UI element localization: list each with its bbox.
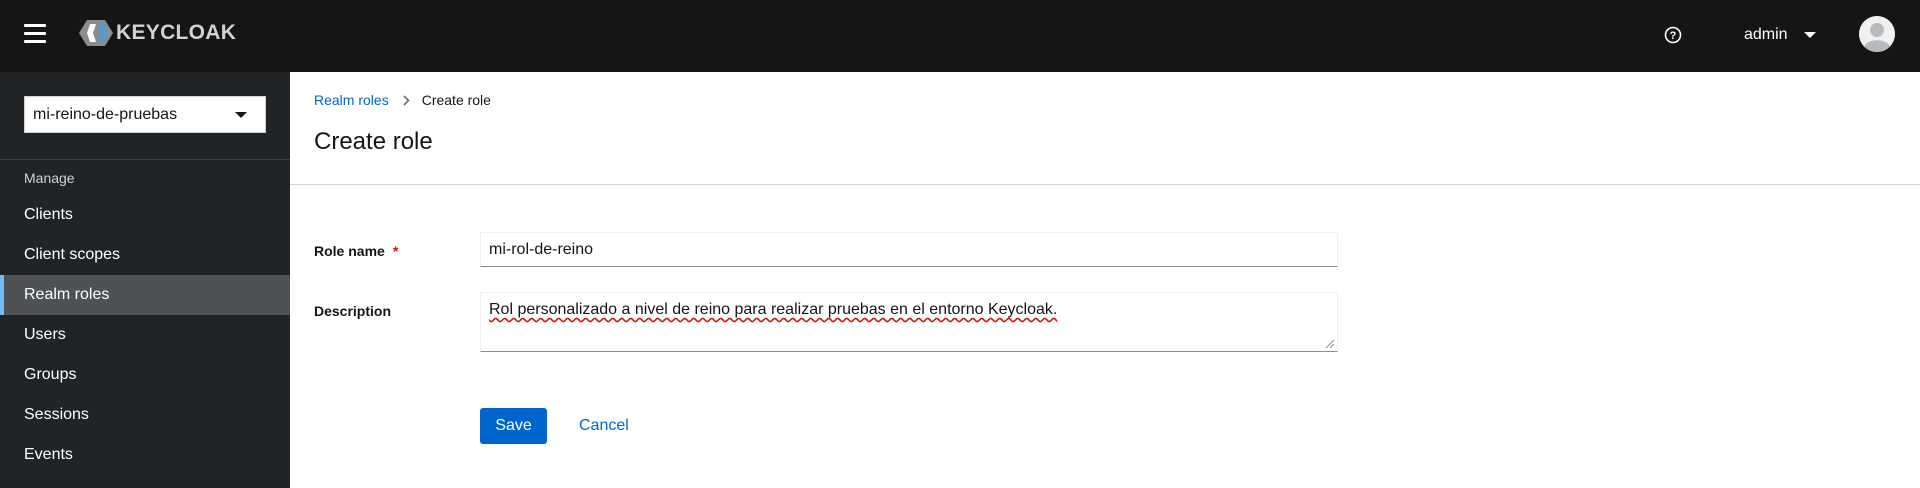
required-indicator: * (392, 243, 399, 259)
caret-down-icon (235, 111, 247, 118)
sidebar-item-sessions[interactable]: Sessions (0, 395, 290, 435)
keycloak-logo-icon (79, 20, 113, 46)
cancel-button[interactable]: Cancel (579, 408, 629, 444)
user-menu-toggle[interactable]: admin (1744, 22, 1816, 48)
description-label: Description (314, 303, 392, 319)
description-value: Rol personalizado a nivel de reino para … (489, 301, 1058, 318)
sidebar-item-groups[interactable]: Groups (0, 355, 290, 395)
sidebar-divider (0, 159, 290, 160)
masthead: KEYCLOAK ? admin (0, 0, 1920, 72)
role-name-input[interactable]: mi-rol-de-reino (480, 232, 1338, 267)
role-name-value: mi-rol-de-reino (489, 240, 594, 258)
main-content: Realm roles Create role Create role Role… (290, 72, 1920, 488)
sidebar-item-users[interactable]: Users (0, 315, 290, 355)
save-button[interactable]: Save (480, 408, 547, 444)
page-header: Realm roles Create role Create role (290, 72, 1920, 185)
realm-selector-value: mi-reino-de-pruebas (33, 105, 178, 123)
sidebar-item-clients[interactable]: Clients (0, 195, 290, 235)
page-title: Create role (314, 128, 433, 155)
help-icon[interactable]: ? (1664, 26, 1682, 44)
breadcrumb-realm-roles-link[interactable]: Realm roles (314, 92, 389, 108)
realm-selector[interactable]: mi-reino-de-pruebas (24, 96, 266, 133)
sidebar-item-events[interactable]: Events (0, 435, 290, 475)
caret-down-icon (1803, 32, 1816, 38)
chevron-right-icon (403, 94, 410, 106)
hamburger-icon[interactable] (24, 24, 46, 44)
description-textarea[interactable]: Rol personalizado a nivel de reino para … (480, 292, 1338, 352)
svg-text:?: ? (1670, 30, 1677, 42)
breadcrumb: Realm roles Create role (314, 92, 491, 108)
sidebar: mi-reino-de-pruebas Manage Clients Clien… (0, 72, 290, 488)
logo-text: KEYCLOAK (116, 21, 237, 44)
keycloak-logo[interactable]: KEYCLOAK (78, 18, 236, 48)
user-name: admin (1744, 26, 1788, 43)
breadcrumb-current: Create role (421, 92, 491, 108)
sidebar-item-realm-roles[interactable]: Realm roles (0, 275, 290, 315)
user-avatar-icon[interactable] (1859, 16, 1895, 52)
role-name-label-text: Role name (314, 243, 385, 259)
sidebar-item-client-scopes[interactable]: Client scopes (0, 235, 290, 275)
resize-handle-icon[interactable] (1325, 339, 1335, 349)
role-name-label: Role name * (314, 243, 398, 259)
nav-section-manage: Manage (24, 170, 75, 186)
